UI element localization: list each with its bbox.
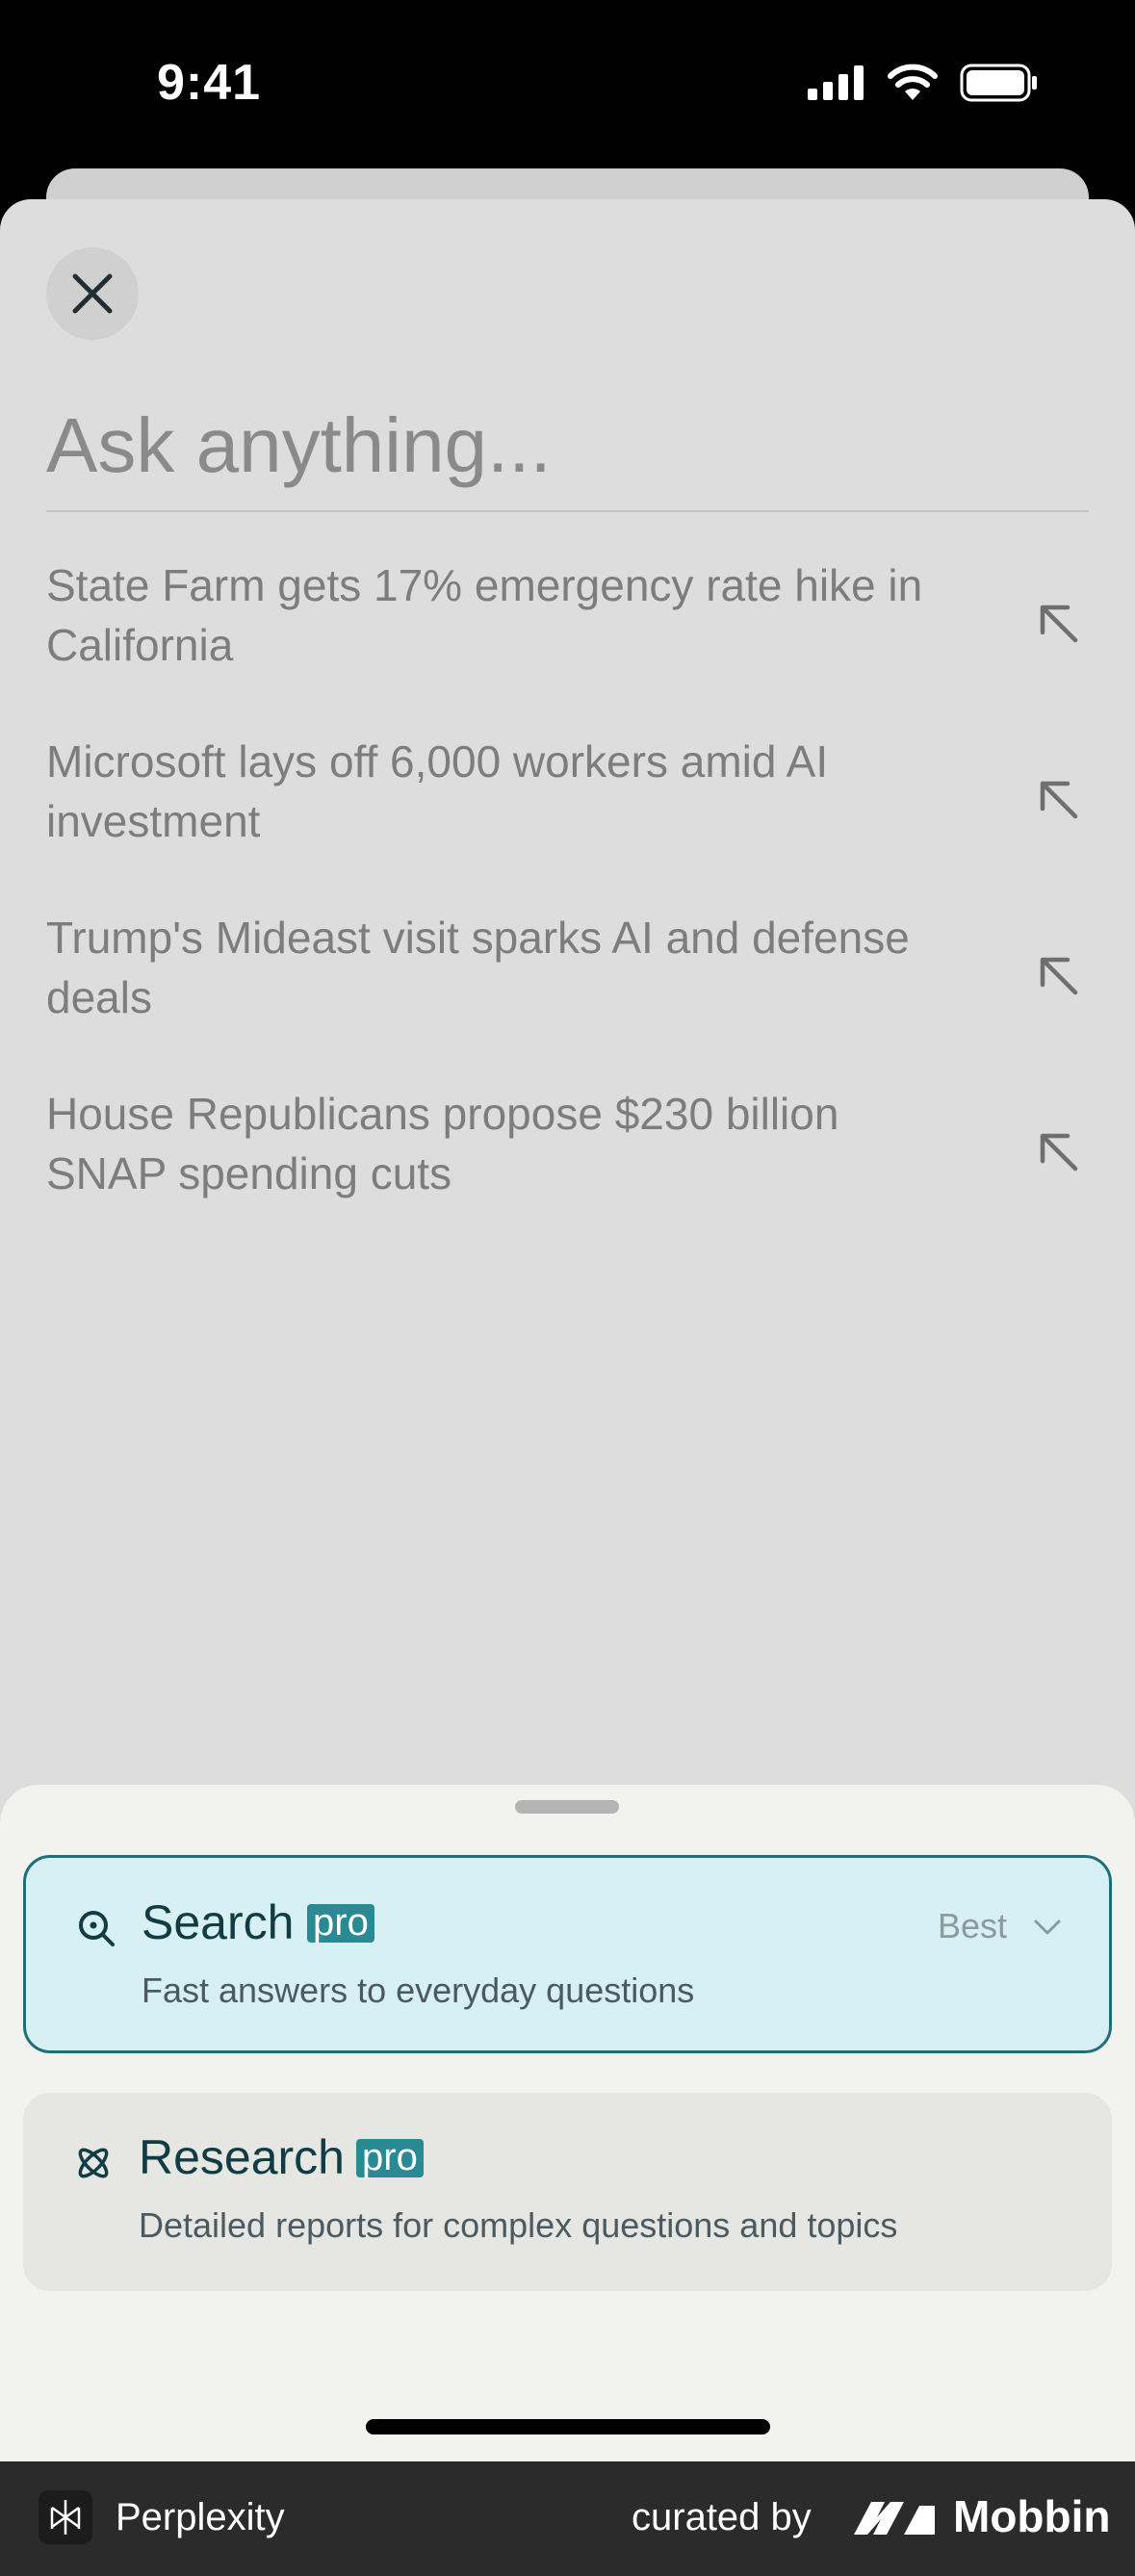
close-button[interactable] [46,247,139,340]
research-mode-title: Research [139,2130,345,2184]
drag-handle[interactable] [515,1800,619,1814]
suggestion-item[interactable]: State Farm gets 17% emergency rate hike … [46,555,1089,700]
atom-icon [78,2148,109,2178]
input-divider [46,510,1089,512]
pro-badge: pro [356,2138,424,2177]
search-mode-card[interactable]: Search pro Fast answers to everyday ques… [23,1855,1112,2053]
chevron-down-icon[interactable] [1032,1912,1063,1943]
search-mode-title: Search [142,1895,295,1949]
status-bar: 9:41 [0,0,1135,168]
ask-input[interactable] [46,380,1089,510]
curated-by-label: curated by [632,2496,812,2538]
research-mode-description: Detailed reports for complex questions a… [139,2205,898,2245]
footer-bar: Perplexity curated by Mobbin [0,2461,1135,2576]
research-mode-card[interactable]: Research pro Detailed reports for comple… [23,2093,1112,2291]
model-select-label[interactable]: Best [938,1906,1007,1946]
suggestion-item[interactable]: Microsoft lays off 6,000 workers amid AI… [46,732,1089,876]
home-indicator [366,2419,770,2434]
cellular-signal-icon [808,65,864,100]
mobbin-logo-icon [854,2502,935,2535]
arrow-up-left-icon[interactable] [1031,596,1089,654]
status-icons [808,64,1039,102]
arrow-up-left-icon[interactable] [1031,948,1089,1006]
pro-badge: pro [307,1903,374,1943]
arrow-up-left-icon[interactable] [1031,1124,1089,1182]
mobbin-brand: Mobbin [953,2491,1111,2541]
wifi-icon [888,64,938,100]
suggestion-item[interactable]: Trump's Mideast visit sparks AI and defe… [46,908,1089,1052]
perplexity-logo-icon [39,2490,92,2544]
suggestion-text: Microsoft lays off 6,000 workers amid AI… [46,736,829,846]
suggestion-text: House Republicans propose $230 billion S… [46,1089,839,1198]
suggestion-item[interactable]: House Republicans propose $230 billion S… [46,1084,1089,1228]
search-icon [79,1911,115,1946]
app-name: Perplexity [116,2496,285,2538]
suggestion-text: Trump's Mideast visit sparks AI and defe… [46,913,910,1022]
battery-icon [960,64,1037,102]
search-mode-description: Fast answers to everyday questions [142,1971,695,2010]
suggestion-text: State Farm gets 17% emergency rate hike … [46,560,923,670]
arrow-up-left-icon[interactable] [1031,772,1089,830]
close-icon [72,273,113,314]
status-time: 9:41 [157,55,262,111]
